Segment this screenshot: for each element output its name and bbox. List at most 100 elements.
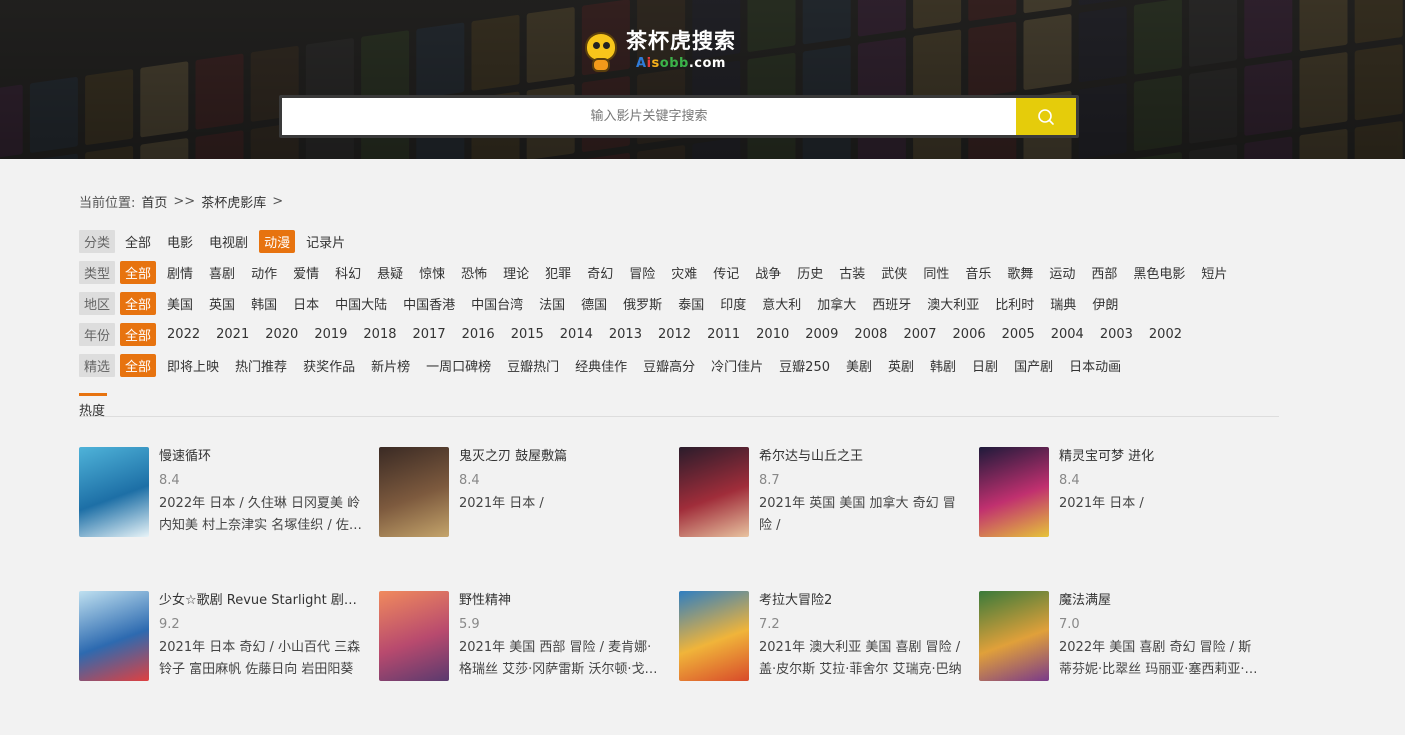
filter-option[interactable]: 2014 bbox=[555, 325, 598, 344]
movie-title[interactable]: 少女☆歌剧 Revue Starlight 剧场版 bbox=[159, 591, 364, 611]
movie-poster[interactable] bbox=[979, 447, 1049, 537]
filter-option[interactable]: 全部 bbox=[120, 230, 156, 253]
filter-option[interactable]: 历史 bbox=[792, 261, 828, 284]
filter-option[interactable]: 获奖作品 bbox=[298, 354, 360, 377]
filter-option[interactable]: 2003 bbox=[1095, 325, 1138, 344]
movie-title[interactable]: 精灵宝可梦 进化 bbox=[1059, 447, 1264, 467]
filter-option[interactable]: 科幻 bbox=[330, 261, 366, 284]
movie-poster[interactable] bbox=[679, 591, 749, 681]
filter-option[interactable]: 同性 bbox=[918, 261, 954, 284]
filter-option[interactable]: 悬疑 bbox=[372, 261, 408, 284]
movie-poster[interactable] bbox=[379, 591, 449, 681]
filter-option[interactable]: 新片榜 bbox=[366, 354, 415, 377]
filter-option[interactable]: 加拿大 bbox=[812, 292, 861, 315]
filter-option[interactable]: 2013 bbox=[604, 325, 647, 344]
filter-option[interactable]: 2019 bbox=[309, 325, 352, 344]
filter-option[interactable]: 全部 bbox=[120, 323, 157, 346]
movie-title[interactable]: 魔法满屋 bbox=[1059, 591, 1264, 611]
filter-option[interactable]: 国产剧 bbox=[1009, 354, 1058, 377]
filter-option[interactable]: 2006 bbox=[948, 325, 991, 344]
movie-card[interactable]: 鬼灭之刃 鼓屋敷篇 8.4 2021年 日本 / bbox=[379, 447, 679, 537]
filter-option[interactable]: 俄罗斯 bbox=[618, 292, 667, 315]
filter-option[interactable]: 美剧 bbox=[841, 354, 877, 377]
movie-poster[interactable] bbox=[79, 591, 149, 681]
breadcrumb-library[interactable]: 茶杯虎影库 bbox=[201, 192, 266, 211]
filter-option[interactable]: 全部 bbox=[120, 354, 157, 377]
filter-option[interactable]: 2016 bbox=[457, 325, 500, 344]
filter-option[interactable]: 运动 bbox=[1044, 261, 1080, 284]
movie-title[interactable]: 鬼灭之刃 鼓屋敷篇 bbox=[459, 447, 664, 467]
filter-option[interactable]: 西部 bbox=[1086, 261, 1122, 284]
movie-poster[interactable] bbox=[79, 447, 149, 537]
search-button[interactable] bbox=[1016, 98, 1076, 135]
filter-option[interactable]: 武侠 bbox=[876, 261, 912, 284]
filter-option[interactable]: 2010 bbox=[751, 325, 794, 344]
filter-option[interactable]: 古装 bbox=[834, 261, 870, 284]
movie-poster[interactable] bbox=[979, 591, 1049, 681]
search-input[interactable] bbox=[282, 98, 1016, 135]
filter-option[interactable]: 全部 bbox=[120, 292, 157, 315]
filter-option[interactable]: 中国香港 bbox=[398, 292, 460, 315]
filter-option[interactable]: 一周口碑榜 bbox=[421, 354, 496, 377]
filter-option[interactable]: 美国 bbox=[162, 292, 198, 315]
filter-option[interactable]: 动漫 bbox=[259, 230, 296, 253]
filter-option[interactable]: 电视剧 bbox=[204, 230, 253, 253]
filter-option[interactable]: 2005 bbox=[997, 325, 1040, 344]
filter-option[interactable]: 泰国 bbox=[673, 292, 709, 315]
movie-poster[interactable] bbox=[679, 447, 749, 537]
filter-option[interactable]: 2020 bbox=[260, 325, 303, 344]
filter-option[interactable]: 2008 bbox=[849, 325, 892, 344]
filter-option[interactable]: 法国 bbox=[534, 292, 570, 315]
filter-option[interactable]: 豆瓣高分 bbox=[638, 354, 700, 377]
movie-poster[interactable] bbox=[379, 447, 449, 537]
filter-option[interactable]: 德国 bbox=[576, 292, 612, 315]
movie-title[interactable]: 野性精神 bbox=[459, 591, 664, 611]
filter-option[interactable]: 战争 bbox=[750, 261, 786, 284]
filter-option[interactable]: 印度 bbox=[715, 292, 751, 315]
movie-title[interactable]: 考拉大冒险2 bbox=[759, 591, 964, 611]
movie-card[interactable]: 希尔达与山丘之王 8.7 2021年 英国 美国 加拿大 奇幻 冒险 / bbox=[679, 447, 979, 537]
movie-card[interactable]: 野性精神 5.9 2021年 美国 西部 冒险 / 麦肯娜·格瑞丝 艾莎·冈萨雷斯 … bbox=[379, 591, 679, 681]
filter-option[interactable]: 豆瓣250 bbox=[774, 354, 835, 377]
movie-title[interactable]: 希尔达与山丘之王 bbox=[759, 447, 964, 467]
filter-option[interactable]: 2021 bbox=[211, 325, 254, 344]
movie-card[interactable]: 考拉大冒险2 7.2 2021年 澳大利亚 美国 喜剧 冒险 / 盖·皮尔斯 艾拉·… bbox=[679, 591, 979, 681]
filter-option[interactable]: 中国大陆 bbox=[330, 292, 392, 315]
breadcrumb-home[interactable]: 首页 bbox=[141, 192, 167, 211]
filter-option[interactable]: 2022 bbox=[162, 325, 205, 344]
filter-option[interactable]: 比利时 bbox=[990, 292, 1039, 315]
filter-option[interactable]: 爱情 bbox=[288, 261, 324, 284]
filter-option[interactable]: 恐怖 bbox=[456, 261, 492, 284]
filter-option[interactable]: 电影 bbox=[162, 230, 198, 253]
filter-option[interactable]: 2011 bbox=[702, 325, 745, 344]
filter-option[interactable]: 冒险 bbox=[624, 261, 660, 284]
filter-option[interactable]: 喜剧 bbox=[204, 261, 240, 284]
filter-option[interactable]: 西班牙 bbox=[867, 292, 916, 315]
filter-option[interactable]: 理论 bbox=[498, 261, 534, 284]
filter-option[interactable]: 日剧 bbox=[967, 354, 1003, 377]
filter-option[interactable]: 犯罪 bbox=[540, 261, 576, 284]
tab-popularity[interactable]: 热度 bbox=[79, 393, 108, 419]
filter-option[interactable]: 音乐 bbox=[960, 261, 996, 284]
filter-option[interactable]: 歌舞 bbox=[1002, 261, 1038, 284]
filter-option[interactable]: 日本动画 bbox=[1064, 354, 1126, 377]
filter-option[interactable]: 澳大利亚 bbox=[922, 292, 984, 315]
movie-card[interactable]: 精灵宝可梦 进化 8.4 2021年 日本 / bbox=[979, 447, 1279, 537]
filter-option[interactable]: 灾难 bbox=[666, 261, 702, 284]
filter-option[interactable]: 全部 bbox=[120, 261, 157, 284]
filter-option[interactable]: 2018 bbox=[358, 325, 401, 344]
filter-option[interactable]: 动作 bbox=[246, 261, 282, 284]
filter-option[interactable]: 2017 bbox=[408, 325, 451, 344]
filter-option[interactable]: 2002 bbox=[1144, 325, 1187, 344]
site-logo[interactable]: 茶杯虎搜索 Aisobb.com bbox=[582, 28, 736, 72]
movie-card[interactable]: 慢速循环 8.4 2022年 日本 / 久住琳 日冈夏美 岭内知美 村上奈津实 名塚… bbox=[79, 447, 379, 537]
filter-option[interactable]: 传记 bbox=[708, 261, 744, 284]
filter-option[interactable]: 英国 bbox=[204, 292, 240, 315]
filter-option[interactable]: 奇幻 bbox=[582, 261, 618, 284]
filter-option[interactable]: 热门推荐 bbox=[230, 354, 292, 377]
filter-option[interactable]: 英剧 bbox=[883, 354, 919, 377]
filter-option[interactable]: 2015 bbox=[506, 325, 549, 344]
movie-title[interactable]: 慢速循环 bbox=[159, 447, 364, 467]
filter-option[interactable]: 2012 bbox=[653, 325, 696, 344]
filter-option[interactable]: 短片 bbox=[1196, 261, 1232, 284]
